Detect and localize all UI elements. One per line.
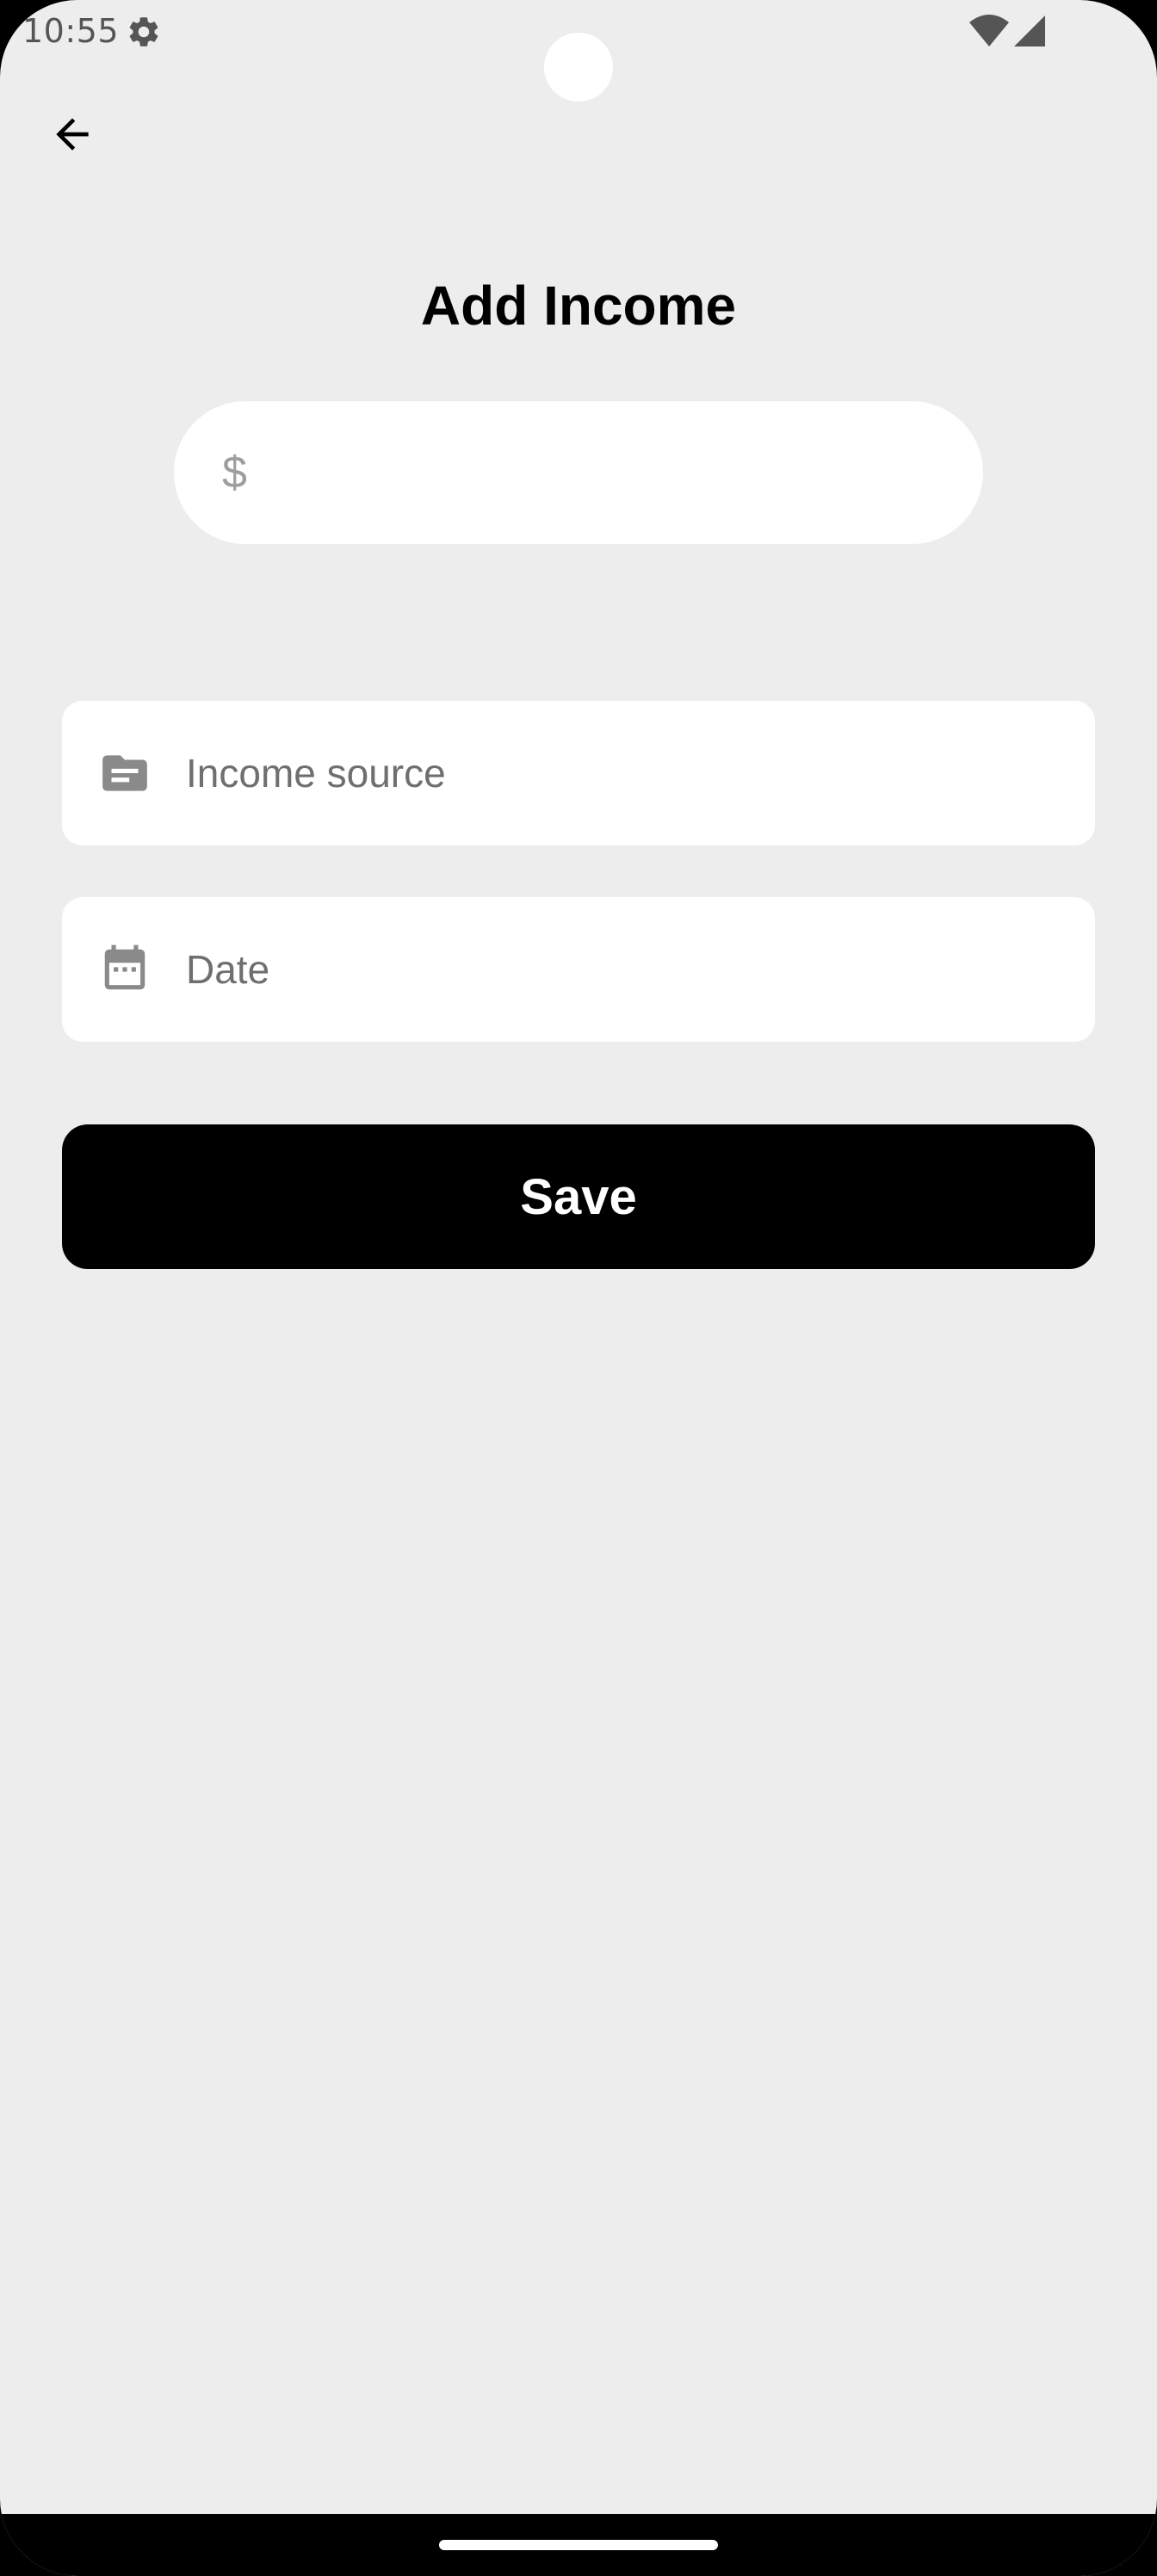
home-indicator[interactable] — [439, 2540, 718, 2550]
status-time: 10:55 — [22, 12, 120, 50]
calendar-icon — [98, 943, 152, 996]
date-field[interactable]: Date — [62, 897, 1095, 1042]
income-source-field[interactable]: Income source — [62, 701, 1095, 845]
gear-icon — [129, 17, 158, 46]
back-button[interactable] — [38, 100, 107, 169]
page-title: Add Income — [420, 275, 737, 337]
arrow-left-icon — [56, 118, 89, 151]
amount-input[interactable]: $ — [174, 401, 983, 544]
save-button[interactable]: Save — [62, 1124, 1095, 1269]
wifi-icon — [969, 15, 1009, 46]
camera-cutout — [544, 33, 613, 102]
signal-icon — [1014, 15, 1045, 46]
date-placeholder: Date — [186, 947, 270, 992]
app-screen: 10:55 Add Income $ Income source Date Sa… — [0, 0, 1157, 2576]
currency-prefix: $ — [222, 448, 247, 498]
folder-icon — [98, 746, 152, 800]
income-source-placeholder: Income source — [186, 751, 446, 796]
